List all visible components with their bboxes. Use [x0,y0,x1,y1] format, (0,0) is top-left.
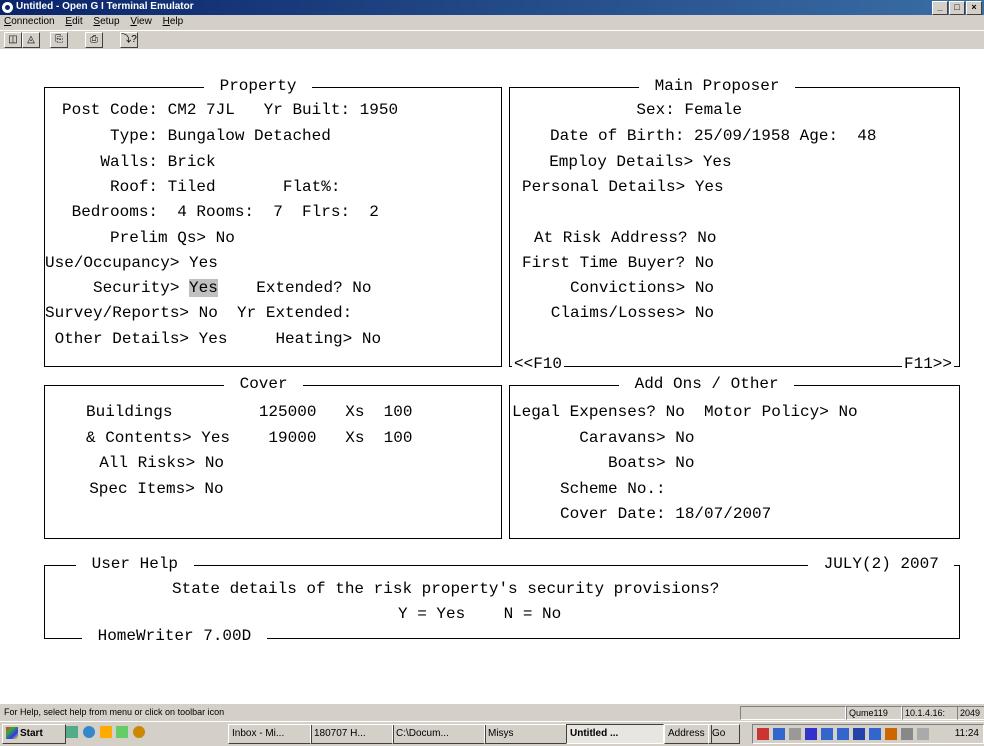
cover-line: Buildings 125000 Xs 100 [86,403,413,421]
f10-key[interactable]: <<F10 [512,355,565,373]
window-title: Untitled - Open G I Terminal Emulator [16,1,194,12]
app-power-icon [2,2,13,13]
addons-line: Caravans> No [512,429,695,447]
tray-app-icon[interactable] [885,728,897,740]
proposer-line: Employ Details> Yes [530,153,732,171]
outlook-icon[interactable] [99,726,112,738]
cover-line: All Risks> No [80,454,225,472]
task-untitled[interactable]: Untitled ... [566,724,664,744]
status-text: For Help, select help from menu or click… [4,707,225,717]
tray-shield2-icon[interactable] [837,728,849,740]
disconnect-icon[interactable]: ◬ [22,32,40,48]
tray-shield-icon[interactable] [821,728,833,740]
cover-line: & Contents> Yes 19000 Xs 100 [86,429,413,447]
tray-volume-icon[interactable] [789,728,801,740]
property-line: Survey/Reports> No Yr Extended: [45,304,353,322]
app-icon[interactable] [116,726,129,738]
cover-legend: Cover [224,375,304,393]
property-line: Roof: Tiled Flat%: [62,178,341,196]
addons-line: Scheme No.: [512,480,666,498]
copy-icon[interactable]: ⎘ [50,32,68,48]
task-inbox[interactable]: Inbox - Mi... [228,724,312,744]
status-empty-pane [740,706,846,720]
property-line: Walls: Brick [62,153,216,171]
desktop-icon[interactable] [66,726,78,738]
user-help-legend: User Help [76,555,194,573]
help-icon[interactable]: ⤵? [120,32,138,48]
cover-line: Spec Items> No [70,480,224,498]
status-ip: 10.1.4.16: [902,706,958,720]
property-line: Prelim Qs> No [62,229,235,247]
property-line: Type: Bungalow Detached [62,127,331,145]
quick-launch [66,726,206,742]
taskbar: Start Inbox - Mi... 180707 H... C:\Docum… [0,721,984,746]
property-line: Use/Occupancy> Yes [45,254,218,272]
help-options: Y = Yes N = No [398,605,562,623]
addons-line: Legal Expenses? No Motor Policy> No [512,403,858,421]
ie-icon[interactable] [82,726,95,738]
tray-display-icon[interactable] [869,728,881,740]
menu-help[interactable]: Help [159,15,188,28]
status-bar: For Help, select help from menu or click… [0,703,984,721]
security-label: Security> [45,279,190,297]
start-button[interactable]: Start [2,724,66,744]
tray-printer-icon[interactable] [901,728,913,740]
toolbar: ◫ ◬ ⎘ ⎙ ⤵? [0,30,984,50]
tray-mail-icon[interactable] [917,728,929,740]
address-bar-label[interactable]: Address [664,724,712,744]
menu-view[interactable]: View [126,15,156,28]
proposer-legend: Main Proposer [639,77,796,95]
extended-field: Extended? No [217,279,372,297]
task-word[interactable]: 180707 H... [310,724,394,744]
security-row: Security> Yes Extended? No [45,279,371,297]
proposer-line: Convictions> No [522,279,715,297]
close-button[interactable]: × [966,1,982,15]
menu-setup[interactable]: Setup [89,15,123,28]
menu-edit[interactable]: Edit [61,15,86,28]
go-button[interactable]: Go [708,724,740,744]
task-explorer[interactable]: C:\Docum... [392,724,486,744]
proposer-line: At Risk Address? No [534,229,717,247]
tray-search-icon[interactable] [773,728,785,740]
property-legend: Property [204,77,313,95]
system-tray: 11:24 [752,724,984,744]
property-line: Post Code: CM2 7JL Yr Built: 1950 [62,101,399,119]
tray-network-icon[interactable] [757,728,769,740]
proposer-line: Date of Birth: 25/09/1958 Age: 48 [550,127,877,145]
date-label: JULY(2) 2007 [808,555,955,573]
proposer-line: First Time Buyer? No [522,254,715,272]
menu-bar: Connection Edit Setup View Help [0,15,984,30]
connect-icon[interactable]: ◫ [4,32,22,48]
minimize-button[interactable]: _ [932,1,948,15]
property-line: Bedrooms: 4 Rooms: 7 Flrs: 2 [62,203,379,221]
addons-line: Boats> No [512,454,695,472]
clock: 11:24 [954,728,979,739]
status-port: 2049 [957,706,984,720]
proposer-line: Sex: Female [550,101,743,119]
terminal-screen[interactable]: Property Post Code: CM2 7JL Yr Built: 19… [0,49,984,703]
task-misys[interactable]: Misys [484,724,568,744]
tray-language-icon[interactable] [853,728,865,740]
maximize-button[interactable]: □ [949,1,965,15]
version-label: HomeWriter 7.00D [82,627,267,645]
addons-line: Cover Date: 18/07/2007 [512,505,772,523]
title-bar: Untitled - Open G I Terminal Emulator _ … [0,0,984,15]
proposer-line: Claims/Losses> No [522,304,715,322]
addons-legend: Add Ons / Other [619,375,795,393]
property-line: Other Details> Yes Heating> No [45,330,382,348]
help-question: State details of the risk property's sec… [172,580,720,598]
status-machine: Qume119 [846,706,902,720]
menu-connection[interactable]: Connection [0,15,59,28]
tray-antivirus-icon[interactable] [805,728,817,740]
security-field[interactable]: Yes [189,279,218,297]
windows-logo-icon [6,727,18,740]
proposer-line: Personal Details> Yes [522,178,724,196]
f11-key[interactable]: F11>> [902,355,955,373]
app2-icon[interactable] [133,726,146,738]
print-icon[interactable]: ⎙ [85,32,103,48]
